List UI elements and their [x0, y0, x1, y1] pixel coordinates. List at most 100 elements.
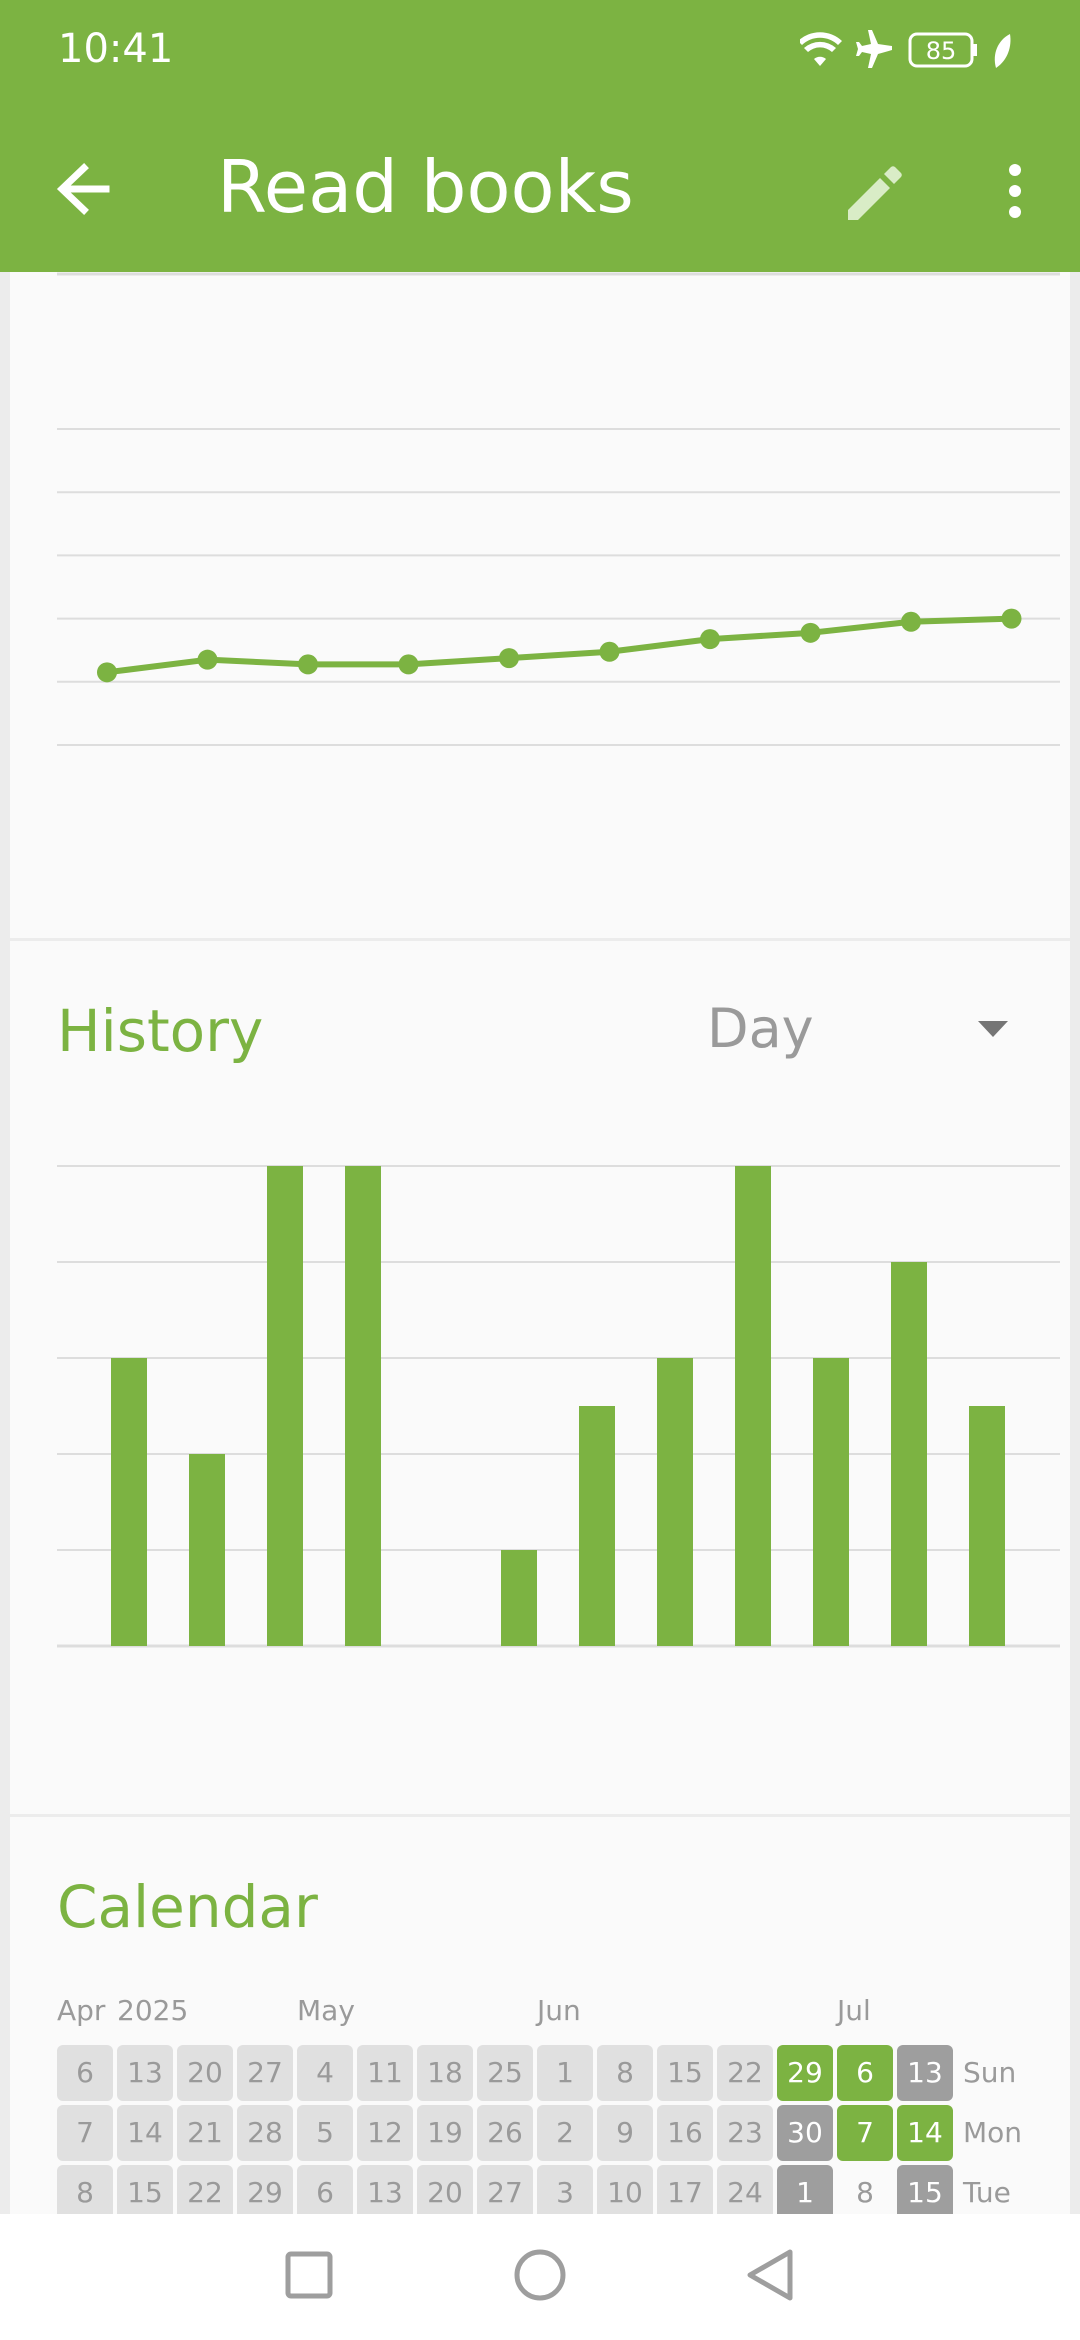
data-point: [499, 648, 519, 669]
calendar-weekday-label: Tue: [963, 2176, 1011, 2209]
history-bar: [657, 1358, 693, 1646]
calendar-day: 1: [777, 2165, 833, 2217]
calendar-day: 23: [717, 2105, 773, 2161]
calendar-day: 7: [837, 2105, 893, 2161]
data-point: [97, 662, 117, 683]
calendar-day: 14: [117, 2105, 173, 2161]
app-bar: Read books: [0, 100, 1080, 272]
calendar-day: 30: [777, 2105, 833, 2161]
status-time: 10:41: [58, 26, 174, 72]
calendar-day: 8: [597, 2045, 653, 2101]
calendar-day: 10: [597, 2165, 653, 2217]
calendar-day: 21: [177, 2105, 233, 2161]
airplane-mode-icon: [856, 30, 892, 68]
recents-square-icon: [285, 2251, 333, 2299]
calendar-day: 22: [717, 2045, 773, 2101]
calendar-day: 13: [357, 2165, 413, 2217]
history-bar: [579, 1406, 615, 1646]
calendar-day: 9: [597, 2105, 653, 2161]
calendar-day: 27: [237, 2045, 293, 2101]
home-button[interactable]: [495, 2230, 585, 2320]
calendar-day: 16: [657, 2105, 713, 2161]
calendar-grid: Apr 2025 May Jun Jul 6 13 20 27 4 11 18 25 1 8 15 22 29 6 1…: [10, 1817, 1070, 2217]
calendar-day: 8: [856, 2176, 874, 2209]
status-icons: 85: [800, 30, 1011, 68]
calendar-day: 17: [657, 2165, 713, 2217]
battery-icon: 85: [908, 32, 977, 68]
history-bar: [969, 1406, 1005, 1646]
calendar-day: 12: [357, 2105, 413, 2161]
calendar-day: 6: [57, 2045, 113, 2101]
calendar-day: 24: [717, 2165, 773, 2217]
calendar-card: Calendar Apr 2025 May Jun Jul 6 13 20 27 4 11 18 25 1…: [10, 1817, 1070, 2217]
calendar-day: 15: [897, 2165, 953, 2217]
status-bar: 10:41 85: [0, 0, 1080, 100]
calendar-weekday-label: Sun: [963, 2056, 1017, 2089]
calendar-day: 13: [897, 2045, 953, 2101]
history-bar: [735, 1166, 771, 1646]
calendar-day: 7: [57, 2105, 113, 2161]
battery-level: 85: [926, 37, 957, 65]
history-card: History Day: [10, 941, 1070, 1814]
battery-saver-leaf-icon: [994, 34, 1011, 68]
back-button[interactable]: [40, 144, 130, 234]
system-navigation-bar: [0, 2214, 1080, 2340]
data-point: [800, 622, 821, 643]
calendar-month-label: 2025: [117, 1994, 189, 2027]
history-bar: [501, 1550, 537, 1646]
score-line: [106, 615, 1012, 676]
calendar-day: 5: [297, 2105, 353, 2161]
history-bar: [189, 1454, 225, 1646]
pencil-icon: [848, 166, 902, 220]
recents-button[interactable]: [264, 2230, 354, 2320]
calendar-month-label: Apr: [57, 1994, 106, 2027]
calendar-month-label: May: [297, 1994, 355, 2027]
calendar-day: 28: [237, 2105, 293, 2161]
score-card: [10, 272, 1070, 938]
calendar-day: 1: [537, 2045, 593, 2101]
data-point: [599, 641, 620, 662]
calendar-month-label: Jul: [837, 1994, 871, 2027]
calendar-day: 6: [297, 2165, 353, 2217]
wifi-icon: [800, 32, 842, 66]
calendar-day: 2: [537, 2105, 593, 2161]
data-point: [1001, 608, 1022, 629]
calendar-day: 20: [177, 2045, 233, 2101]
home-circle-icon: [514, 2249, 566, 2301]
calendar-day: 15: [657, 2045, 713, 2101]
edit-button[interactable]: [830, 146, 920, 236]
calendar-day: 4: [297, 2045, 353, 2101]
history-bar: [345, 1166, 381, 1646]
calendar-day: 22: [177, 2165, 233, 2217]
calendar-day: 3: [537, 2165, 593, 2217]
history-bar: [891, 1262, 927, 1646]
page-title: Read books: [217, 145, 634, 229]
calendar-day: 13: [117, 2045, 173, 2101]
score-line-chart: [57, 272, 1060, 746]
calendar-day: 25: [477, 2045, 533, 2101]
calendar-day: 18: [417, 2045, 473, 2101]
back-triangle-icon: [747, 2249, 793, 2301]
calendar-day: 20: [417, 2165, 473, 2217]
data-point: [298, 654, 318, 675]
calendar-day: 14: [897, 2105, 953, 2161]
calendar-day: 29: [237, 2165, 293, 2217]
data-point: [398, 654, 419, 675]
calendar-day: 6: [837, 2045, 893, 2101]
nav-back-button[interactable]: [724, 2230, 814, 2320]
data-point: [197, 649, 218, 670]
calendar-month-label: Jun: [537, 1994, 581, 2027]
arrow-left-icon: [56, 163, 110, 215]
history-bar: [111, 1358, 147, 1646]
calendar-weekday-label: Mon: [963, 2116, 1023, 2149]
data-point: [901, 611, 921, 632]
calendar-day: 27: [477, 2165, 533, 2217]
calendar-day: 15: [117, 2165, 173, 2217]
more-vert-icon: [1009, 164, 1021, 218]
calendar-day: 8: [57, 2165, 113, 2217]
calendar-day: 26: [477, 2105, 533, 2161]
data-point: [700, 629, 720, 650]
more-options-button[interactable]: [985, 146, 1045, 236]
calendar-day: 11: [357, 2045, 413, 2101]
calendar-day: 29: [777, 2045, 833, 2101]
